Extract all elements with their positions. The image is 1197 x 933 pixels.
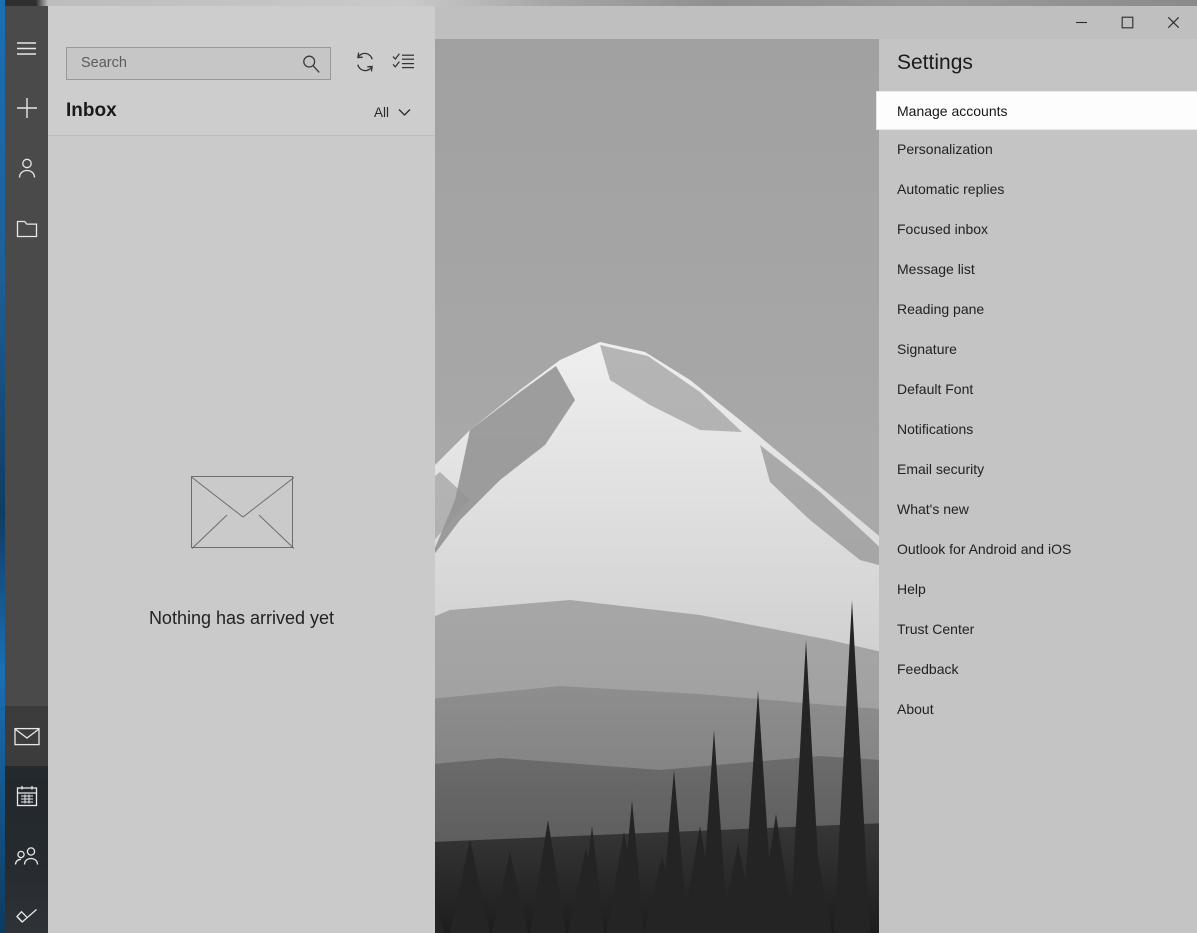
plus-icon bbox=[16, 97, 38, 119]
envelope-icon bbox=[190, 476, 294, 549]
screen: Inbox - Gmail Search bbox=[0, 0, 1197, 933]
rail-item-calendar[interactable] bbox=[5, 766, 48, 826]
close-button[interactable] bbox=[1150, 6, 1197, 39]
settings-item-label: Manage accounts bbox=[897, 102, 1008, 119]
settings-item-label: Feedback bbox=[897, 661, 959, 677]
mail-list-body[interactable]: Nothing has arrived yet bbox=[48, 136, 435, 933]
window-controls bbox=[1058, 6, 1197, 39]
settings-item-outlook-for-android-and-ios[interactable]: Outlook for Android and iOS bbox=[879, 529, 1197, 569]
chevron-down-icon bbox=[398, 105, 411, 120]
rail-bottom-panel bbox=[5, 706, 48, 933]
settings-item-notifications[interactable]: Notifications bbox=[879, 409, 1197, 449]
folder-title: Inbox bbox=[66, 100, 117, 121]
settings-item-label: Message list bbox=[897, 261, 975, 277]
minimize-button[interactable] bbox=[1058, 6, 1104, 39]
search-placeholder: Search bbox=[81, 55, 127, 71]
tasks-check-icon bbox=[14, 906, 40, 926]
rail-item-people[interactable] bbox=[5, 826, 48, 886]
settings-item-label: Default Font bbox=[897, 381, 974, 397]
settings-item-label: Trust Center bbox=[897, 621, 975, 637]
mail-icon bbox=[13, 727, 40, 746]
calendar-icon bbox=[16, 785, 38, 807]
settings-header: Settings bbox=[879, 39, 1197, 92]
settings-item-trust-center[interactable]: Trust Center bbox=[879, 609, 1197, 649]
settings-item-signature[interactable]: Signature bbox=[879, 329, 1197, 369]
sync-button[interactable] bbox=[352, 51, 378, 77]
person-icon bbox=[16, 157, 38, 179]
settings-item-focused-inbox[interactable]: Focused inbox bbox=[879, 209, 1197, 249]
settings-menu-list: Manage accounts Personalization Automatic … bbox=[877, 92, 1197, 729]
settings-item-feedback[interactable]: Feedback bbox=[879, 649, 1197, 689]
folders-button[interactable] bbox=[5, 198, 48, 258]
rail-item-mail[interactable] bbox=[5, 706, 48, 766]
mail-toolbar: Search bbox=[48, 39, 435, 91]
settings-item-label: Automatic replies bbox=[897, 181, 1005, 197]
mail-app-window: Inbox - Gmail Search bbox=[0, 6, 1197, 933]
search-input[interactable]: Search bbox=[66, 47, 331, 80]
settings-item-label: What's new bbox=[897, 501, 969, 517]
sync-icon bbox=[354, 51, 376, 78]
filter-dropdown[interactable]: All bbox=[374, 105, 411, 120]
settings-item-help[interactable]: Help bbox=[879, 569, 1197, 609]
hamburger-icon bbox=[16, 41, 37, 56]
settings-item-about[interactable]: About bbox=[879, 689, 1197, 729]
select-mode-icon bbox=[392, 52, 415, 77]
settings-item-message-list[interactable]: Message list bbox=[879, 249, 1197, 289]
empty-state: Nothing has arrived yet bbox=[48, 476, 435, 629]
settings-item-label: About bbox=[897, 701, 934, 717]
settings-item-default-font[interactable]: Default Font bbox=[879, 369, 1197, 409]
settings-item-label: Outlook for Android and iOS bbox=[897, 541, 1072, 557]
settings-item-what-s-new[interactable]: What's new bbox=[879, 489, 1197, 529]
mail-list-header: Inbox All bbox=[48, 91, 435, 135]
settings-item-personalization[interactable]: Personalization bbox=[879, 129, 1197, 169]
select-mode-button[interactable] bbox=[390, 51, 416, 77]
settings-flyout: Settings Manage accounts Personalization A… bbox=[877, 39, 1197, 933]
rail-top-group bbox=[5, 6, 48, 258]
settings-item-automatic-replies[interactable]: Automatic replies bbox=[879, 169, 1197, 209]
settings-item-label: Email security bbox=[897, 461, 985, 477]
rail-item-tasks[interactable] bbox=[5, 886, 48, 933]
hamburger-menu-button[interactable] bbox=[5, 18, 48, 78]
maximize-button[interactable] bbox=[1104, 6, 1150, 39]
settings-item-label: Help bbox=[897, 581, 926, 597]
settings-item-label: Signature bbox=[897, 341, 957, 357]
empty-state-message: Nothing has arrived yet bbox=[148, 608, 335, 628]
mail-list-pane: Search Inbox All Nothing has arrived yet bbox=[48, 6, 435, 933]
settings-item-manage-accounts[interactable]: Manage accounts bbox=[877, 92, 1197, 129]
new-mail-button[interactable] bbox=[5, 78, 48, 138]
settings-item-label: Notifications bbox=[897, 421, 974, 437]
settings-item-label: Focused inbox bbox=[897, 221, 989, 237]
filter-label: All bbox=[373, 105, 389, 120]
folder-icon bbox=[16, 219, 38, 238]
settings-title: Settings bbox=[897, 51, 973, 74]
settings-item-label: Reading pane bbox=[897, 301, 985, 317]
settings-item-reading-pane[interactable]: Reading pane bbox=[879, 289, 1197, 329]
search-icon[interactable] bbox=[301, 54, 321, 79]
settings-item-email-security[interactable]: Email security bbox=[879, 449, 1197, 489]
accounts-button[interactable] bbox=[5, 138, 48, 198]
settings-item-label: Personalization bbox=[897, 141, 993, 157]
people-icon bbox=[14, 846, 40, 866]
